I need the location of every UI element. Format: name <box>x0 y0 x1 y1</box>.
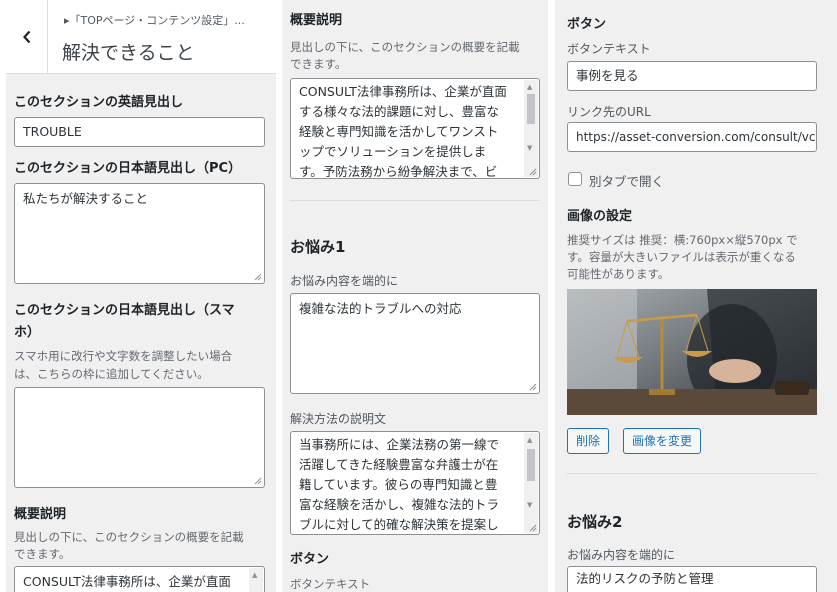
button-text-input[interactable]: 事例を見る <box>567 61 817 91</box>
link-url-input[interactable]: https://asset-conversion.com/consult/vc <box>567 122 817 152</box>
textarea-scrollbar[interactable]: ▲ ▼ <box>524 80 538 177</box>
change-image-button[interactable]: 画像を変更 <box>623 428 702 454</box>
solution-label: 解決方法の説明文 <box>290 412 387 426</box>
image-desc-line2: す。容量が大きいファイルは表示が重くなる <box>567 250 796 264</box>
worry-content-label: お悩み内容を端的に <box>567 548 676 562</box>
resize-grip-icon[interactable] <box>528 167 537 176</box>
solution-line: 当事務所には、企業法務の第一線で <box>299 437 500 452</box>
textarea-scrollbar[interactable]: ▲ ▼ <box>524 433 538 533</box>
scroll-down-icon[interactable]: ▼ <box>527 501 532 509</box>
button-heading: ボタン <box>290 552 330 567</box>
overview-line: CONSULT法律事務所は、企業が直面 <box>299 84 507 99</box>
scroll-up-icon[interactable]: ▲ <box>252 571 257 579</box>
overview-line: 経験と専門知識を活かしてワンスト <box>299 124 499 139</box>
resize-grip-icon[interactable] <box>253 272 262 281</box>
image-desc-line3: 可能性があります。 <box>567 267 670 281</box>
jp-heading-sp-desc-line2: は、こちらの枠に追加してください。 <box>14 367 209 381</box>
worry-content-textarea[interactable]: 法的リスクの予防と管理 <box>567 566 817 592</box>
overview-desc-line1: 見出しの下に、このセクションの概要を記載 <box>290 40 520 54</box>
link-url-label: リンク先のURL <box>567 105 651 119</box>
en-heading-label: このセクションの英語見出し <box>14 95 184 110</box>
resize-grip-icon[interactable] <box>528 382 537 391</box>
overview-textarea[interactable]: CONSULT法律事務所は、企業が直面 する様々な法的課題に対し、豊富な 経験と… <box>290 78 540 179</box>
solution-line: 富な経験を活かし、複雑な法的トラ <box>299 497 500 512</box>
jp-heading-sp-textarea[interactable] <box>14 387 265 488</box>
image-settings-label: 画像の設定 <box>567 209 633 224</box>
overview-line: する様々な法的課題に対し、豊富な <box>299 104 500 119</box>
panel-header: ▸「TOPページ・コンテンツ設定」... 解決できること <box>6 0 276 74</box>
divider <box>567 473 817 474</box>
worry-content-label: お悩み内容を端的に <box>290 274 399 288</box>
overview-line: す。予防法務から紛争解決まで、ビ <box>299 164 498 179</box>
overview-label: 概要説明 <box>290 13 343 28</box>
jp-heading-sp-label-line2: ホ） <box>14 325 41 340</box>
jp-heading-sp-label-line1: このセクションの日本語見出し（スマ <box>14 303 235 318</box>
worry-content-value: 法的リスクの予防と管理 <box>576 571 714 586</box>
resize-grip-icon[interactable] <box>253 476 262 485</box>
scroll-thumb[interactable] <box>527 94 535 124</box>
resize-grip-icon[interactable] <box>528 523 537 532</box>
overview-desc-line2: できます。 <box>290 57 347 71</box>
solution-line: 籍しています。彼らの専門知識と豊 <box>299 477 498 492</box>
button-text-label: ボタンテキスト <box>567 42 651 56</box>
divider <box>290 200 540 201</box>
jp-heading-pc-textarea[interactable]: 私たちが解決すること <box>14 183 265 284</box>
overview-textarea[interactable]: CONSULT法律事務所は、企業が直面 ▲ <box>14 566 265 592</box>
back-button[interactable] <box>6 0 48 74</box>
overview-value: CONSULT法律事務所は、企業が直面 <box>23 574 231 589</box>
chevron-left-icon <box>22 30 30 44</box>
breadcrumb: ▸「TOPページ・コンテンツ設定」... <box>64 14 245 27</box>
overview-label: 概要説明 <box>14 507 67 522</box>
customizer-panel-worry-button: ボタン ボタンテキスト 事例を見る リンク先のURL https://asset… <box>555 0 837 592</box>
customizer-panel-worries: 概要説明 見出しの下に、このセクションの概要を記載 できます。 CONSULT法… <box>282 0 548 592</box>
solution-textarea[interactable]: 当事務所には、企業法務の第一線で 活躍してきた経験豊富な弁護士が在 籍しています… <box>290 431 540 535</box>
worry2-title: お悩み2 <box>567 513 623 531</box>
en-heading-input[interactable]: TROUBLE <box>14 117 265 147</box>
overview-desc-line1: 見出しの下に、このセクションの概要を記載 <box>14 530 244 544</box>
worry-content-textarea[interactable]: 複雑な法的トラブルへの対応 <box>290 293 540 394</box>
customizer-panel-main: ▸「TOPページ・コンテンツ設定」... 解決できること このセクションの英語見… <box>6 0 276 592</box>
scroll-down-icon[interactable]: ▼ <box>527 144 532 152</box>
button-heading: ボタン <box>567 17 607 32</box>
image-desc-line1: 推奨サイズは 推奨：横:760px×縦570px で <box>567 233 798 247</box>
scroll-up-icon[interactable]: ▲ <box>527 83 532 91</box>
overview-line: ップでソリューションを提供しま <box>299 144 487 159</box>
scales-of-justice-image <box>567 289 817 415</box>
scroll-thumb[interactable] <box>527 449 535 481</box>
textarea-scrollbar[interactable]: ▲ <box>249 568 263 592</box>
panel-title: 解決できること <box>62 42 195 64</box>
new-tab-checkbox[interactable] <box>568 172 582 186</box>
overview-desc-line2: できます。 <box>14 547 71 561</box>
jp-heading-pc-label: このセクションの日本語見出し（PC） <box>14 161 242 176</box>
solution-line: 活躍してきた経験豊富な弁護士が在 <box>299 457 499 472</box>
new-tab-label: 別タブで開く <box>589 174 665 189</box>
jp-heading-sp-desc-line1: スマホ用に改行や文字数を調整したい場合 <box>14 349 233 363</box>
scroll-up-icon[interactable]: ▲ <box>527 436 532 444</box>
button-text-label: ボタンテキスト <box>290 577 371 591</box>
solution-line: ブルに対して的確な解決策を提案し <box>299 517 499 532</box>
jp-heading-pc-value: 私たちが解決すること <box>23 191 149 206</box>
worry-content-value: 複雑な法的トラブルへの対応 <box>299 301 462 316</box>
worry1-title: お悩み1 <box>290 238 346 256</box>
delete-image-button[interactable]: 削除 <box>567 428 610 454</box>
